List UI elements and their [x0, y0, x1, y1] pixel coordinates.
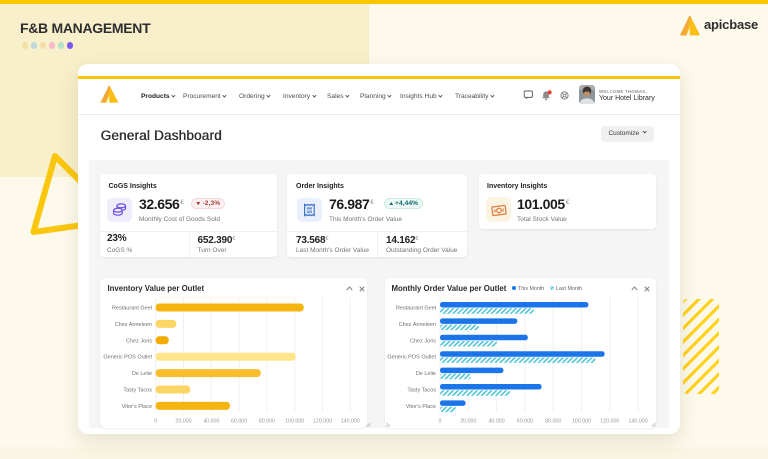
svg-text:Vitor's Place: Vitor's Place: [406, 404, 436, 410]
svg-text:Generic POS Outlet: Generic POS Outlet: [387, 355, 436, 361]
svg-text:Restaurant Geel: Restaurant Geel: [396, 306, 436, 312]
svg-text:Tasty Tacos: Tasty Tacos: [123, 388, 152, 394]
svg-text:De Lelie: De Lelie: [416, 371, 436, 377]
svg-text:40.000: 40.000: [203, 418, 219, 424]
svg-text:De Lelie: De Lelie: [132, 371, 152, 377]
svg-text:20.000: 20.000: [175, 418, 191, 424]
svg-text:120.000: 120.000: [600, 418, 619, 424]
svg-text:100.000: 100.000: [572, 418, 591, 424]
svg-text:0: 0: [439, 418, 442, 424]
svg-text:140.000: 140.000: [629, 418, 648, 424]
svg-text:Generic POS Outlet: Generic POS Outlet: [103, 355, 152, 361]
svg-text:40.000: 40.000: [488, 418, 504, 424]
svg-text:Vitor's Place: Vitor's Place: [122, 404, 152, 410]
svg-text:140.000: 140.000: [341, 418, 360, 424]
svg-text:Chez Anneleen: Chez Anneleen: [115, 322, 152, 328]
svg-text:0: 0: [154, 418, 157, 424]
svg-text:Chez Anneleen: Chez Anneleen: [399, 322, 436, 328]
svg-text:80.000: 80.000: [259, 418, 275, 424]
svg-text:60.000: 60.000: [231, 418, 247, 424]
svg-text:Chez Joris: Chez Joris: [126, 338, 152, 344]
svg-text:60.000: 60.000: [517, 418, 533, 424]
svg-text:Chez Joris: Chez Joris: [410, 338, 436, 344]
svg-text:Tasty Tacos: Tasty Tacos: [407, 388, 436, 394]
svg-text:100.000: 100.000: [285, 418, 304, 424]
svg-text:Restaurant Geel: Restaurant Geel: [112, 306, 152, 312]
svg-text:120.000: 120.000: [313, 418, 332, 424]
svg-text:20.000: 20.000: [460, 418, 476, 424]
svg-text:80.000: 80.000: [545, 418, 561, 424]
